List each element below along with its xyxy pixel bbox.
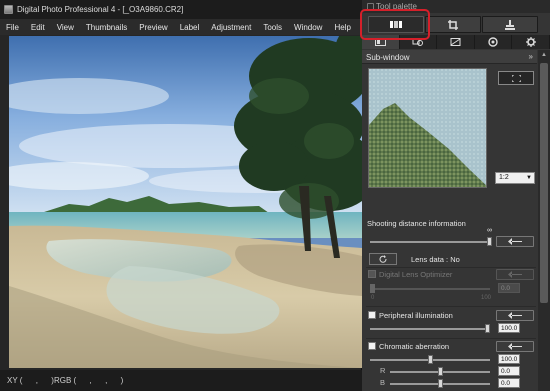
- color-wheel-icon: [488, 37, 498, 47]
- menu-help[interactable]: Help: [334, 23, 350, 32]
- chromatic-b-label: B: [380, 378, 386, 387]
- gear-icon: [525, 37, 536, 47]
- divider: [366, 338, 536, 339]
- reset-arrow-icon: [508, 312, 522, 319]
- image-preview[interactable]: [9, 36, 362, 368]
- image-icon: [374, 38, 386, 46]
- collapse-icon[interactable]: »: [529, 52, 533, 61]
- lens-data-label: Lens data : No: [411, 255, 460, 264]
- coordinate-readout: XY ( , )RGB ( , , ): [7, 376, 124, 385]
- beach-photo: [9, 36, 362, 368]
- zoom-select[interactable]: 1:2 ▼: [495, 172, 535, 184]
- scroll-up-icon[interactable]: ▲: [540, 52, 548, 59]
- menu-view[interactable]: View: [57, 23, 74, 32]
- chromatic-aberration-checkbox[interactable]: [368, 342, 376, 350]
- shooting-distance-label: Shooting distance information: [367, 219, 466, 228]
- menu-thumbnails[interactable]: Thumbnails: [86, 23, 127, 32]
- peripheral-illumination-label: Peripheral illumination: [379, 311, 453, 320]
- zoomed-detail-image: [369, 69, 486, 187]
- tab-basic-image-adjustment[interactable]: [368, 16, 424, 33]
- chromatic-r-label: R: [380, 366, 386, 375]
- zoom-value: 1:2: [499, 174, 509, 181]
- main-window: Digital Photo Professional 4 - [_O3A9860…: [0, 0, 362, 391]
- divider: [366, 267, 536, 268]
- peripheral-illumination-reset-button[interactable]: [496, 310, 534, 321]
- menu-edit[interactable]: Edit: [31, 23, 45, 32]
- chromatic-r-thumb[interactable]: [437, 367, 443, 376]
- sub-tab-image[interactable]: [362, 35, 400, 49]
- window-title: Digital Photo Professional 4 - [_O3A9860…: [17, 5, 184, 14]
- shooting-distance-thumb[interactable]: [487, 237, 492, 246]
- expand-icon: [511, 74, 521, 82]
- app-icon: [4, 5, 13, 14]
- tab-crop[interactable]: [425, 16, 481, 33]
- palette-content: 1:2 ▼ Shooting distance information ∞ Le…: [362, 64, 538, 391]
- shooting-distance-reset-button[interactable]: [496, 236, 534, 247]
- tone-curve-icon: [450, 38, 461, 46]
- scale-min: 0: [371, 295, 375, 301]
- sub-tab-strip: [362, 35, 550, 49]
- menu-bar: File Edit View Thumbnails Preview Label …: [0, 19, 362, 35]
- tool-palette: Tool palette Sub-window » 1:2 ▼ Shooting…: [362, 0, 550, 391]
- crop-icon: [448, 19, 458, 30]
- digital-lens-optimizer-slider[interactable]: [370, 288, 490, 290]
- scale-max: 100: [481, 295, 492, 301]
- chromatic-b-thumb[interactable]: [437, 379, 443, 388]
- scrollbar-thumb[interactable]: [540, 63, 548, 303]
- chromatic-b-value[interactable]: 0.0: [498, 378, 520, 388]
- sub-tab-color[interactable]: [475, 35, 513, 49]
- lens-refresh-button[interactable]: [369, 253, 397, 265]
- chevron-down-icon: ▼: [526, 175, 532, 181]
- reset-arrow-icon: [508, 238, 522, 245]
- picture-style-icon: [412, 38, 424, 46]
- digital-lens-optimizer-thumb[interactable]: [370, 284, 375, 293]
- menu-tools[interactable]: Tools: [263, 23, 282, 32]
- peripheral-illumination-thumb[interactable]: [485, 324, 490, 333]
- peripheral-illumination-value[interactable]: 100.0: [498, 323, 520, 333]
- menu-preview[interactable]: Preview: [139, 23, 167, 32]
- digital-lens-optimizer-label: Digital Lens Optimizer: [379, 270, 453, 279]
- sub-tab-picture-style[interactable]: [400, 35, 438, 49]
- digital-lens-optimizer-checkbox[interactable]: [368, 270, 376, 278]
- digital-lens-optimizer-reset-button[interactable]: [496, 269, 534, 280]
- shooting-distance-slider[interactable]: [370, 241, 492, 243]
- chromatic-r-value[interactable]: 0.0: [498, 366, 520, 376]
- menu-label[interactable]: Label: [180, 23, 200, 32]
- menu-window[interactable]: Window: [294, 23, 322, 32]
- zoom-preview[interactable]: [368, 68, 487, 188]
- infinity-mark: ∞: [487, 227, 492, 234]
- sub-tab-settings[interactable]: [512, 35, 550, 49]
- chromatic-aberration-reset-button[interactable]: [496, 341, 534, 352]
- palette-scrollbar[interactable]: ▲: [538, 50, 550, 391]
- title-bar: Digital Photo Professional 4 - [_O3A9860…: [0, 0, 362, 19]
- divider: [366, 306, 536, 307]
- sub-tab-tone[interactable]: [437, 35, 475, 49]
- palette-title: Tool palette: [376, 2, 417, 11]
- refresh-icon: [379, 255, 387, 263]
- digital-lens-optimizer-value[interactable]: 0.0: [498, 283, 520, 293]
- reset-arrow-icon: [508, 271, 522, 278]
- subwindow-header[interactable]: Sub-window »: [362, 50, 537, 64]
- stamp-icon: [505, 19, 515, 30]
- basic-adjustment-icon: [390, 21, 402, 28]
- peripheral-illumination-slider[interactable]: [370, 328, 490, 330]
- tab-stamp[interactable]: [482, 16, 538, 33]
- chromatic-aberration-label: Chromatic aberration: [379, 342, 450, 351]
- peripheral-illumination-checkbox[interactable]: [368, 311, 376, 319]
- palette-close-icon[interactable]: [367, 3, 374, 10]
- subwindow-label: Sub-window: [366, 53, 410, 62]
- chromatic-aberration-value[interactable]: 100.0: [498, 354, 520, 364]
- reset-arrow-icon: [508, 343, 522, 350]
- chromatic-aberration-thumb[interactable]: [427, 355, 433, 364]
- menu-file[interactable]: File: [6, 23, 19, 32]
- status-bar: XY ( , )RGB ( , , ): [0, 370, 362, 391]
- menu-adjustment[interactable]: Adjustment: [211, 23, 251, 32]
- fit-to-window-button[interactable]: [498, 71, 534, 85]
- palette-title-bar: Tool palette: [362, 0, 550, 13]
